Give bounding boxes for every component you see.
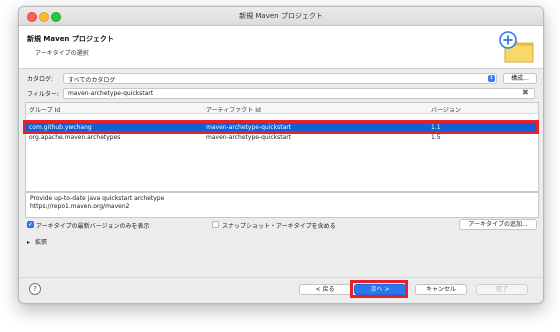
include-snapshots-label: スナップショット・アーキタイプを含める <box>222 223 336 230</box>
chevron-updown-icon: ⇕ <box>488 75 495 82</box>
latest-version-only-checkbox[interactable]: ✓ <box>27 221 34 228</box>
catalog-label: カタログ: <box>27 76 54 83</box>
cancel-button[interactable]: キャンセル <box>415 284 467 295</box>
filter-label: フィルター: <box>27 91 59 98</box>
new-maven-project-window: 新規 Maven プロジェクト 新規 Maven プロジェクト アーキタイプの選… <box>18 6 544 304</box>
wizard-page-title: 新規 Maven プロジェクト <box>27 35 114 43</box>
title-bar: 新規 Maven プロジェクト <box>19 7 543 26</box>
table-header: グループ Id アーティファクト Id バージョン <box>26 103 538 114</box>
help-icon[interactable]: ? <box>29 283 41 295</box>
column-header-group-id[interactable]: グループ Id <box>29 105 60 114</box>
add-archetype-button[interactable]: アーキタイプの追加... <box>459 219 537 230</box>
footer-divider <box>19 277 543 278</box>
selected-row-highlight-box <box>23 120 539 134</box>
description-text: Provide up-to-date java quickstart arche… <box>30 195 165 202</box>
advanced-label: 拡張 <box>34 239 47 246</box>
advanced-disclosure[interactable]: ▸ 拡張 <box>27 237 47 246</box>
chevron-right-icon: ▸ <box>27 239 31 246</box>
include-snapshots-checkbox[interactable] <box>212 221 219 228</box>
archetype-table: グループ Id アーティファクト Id バージョン com.github.ywc… <box>25 102 539 192</box>
table-row[interactable]: org.apache.maven.archetypes maven-archet… <box>26 133 538 142</box>
latest-version-only-label: アーキタイプの最新バージョンのみを表示 <box>36 223 150 230</box>
catalog-select-value: すべてのカタログ <box>68 77 116 84</box>
catalog-select[interactable]: すべてのカタログ ⇕ <box>63 73 497 84</box>
description-url: https://repo1.maven.org/maven2 <box>30 203 130 210</box>
next-button-highlight-box <box>350 280 408 298</box>
column-header-artifact-id[interactable]: アーティファクト Id <box>206 105 261 114</box>
filter-input-value: maven-archetype-quickstart <box>68 90 154 97</box>
back-button[interactable]: < 戻る <box>299 284 351 295</box>
cell-version: 1.5 <box>431 134 441 141</box>
filter-input[interactable]: maven-archetype-quickstart <box>63 88 535 99</box>
finish-button[interactable]: 完了 <box>476 284 528 295</box>
new-folder-icon <box>499 31 534 63</box>
cell-group-id: org.apache.maven.archetypes <box>29 134 121 141</box>
column-header-version[interactable]: バージョン <box>431 105 461 114</box>
archetype-description: Provide up-to-date java quickstart arche… <box>25 192 539 218</box>
cell-artifact-id: maven-archetype-quickstart <box>206 134 292 141</box>
wizard-header: 新規 Maven プロジェクト アーキタイプの選択 <box>19 26 543 69</box>
clear-filter-icon[interactable]: ✖ <box>522 89 529 97</box>
window-title: 新規 Maven プロジェクト <box>239 12 323 20</box>
wizard-page-subtitle: アーキタイプの選択 <box>35 50 89 57</box>
configure-catalog-button[interactable]: 構成... <box>503 73 537 84</box>
